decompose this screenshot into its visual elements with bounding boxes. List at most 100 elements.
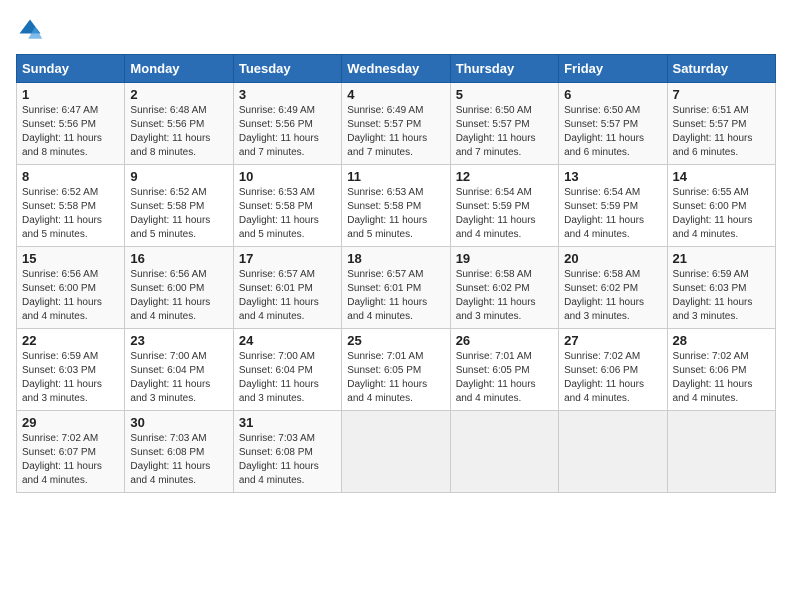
calendar-day-cell: 9 Sunrise: 6:52 AM Sunset: 5:58 PM Dayli… xyxy=(125,165,233,247)
calendar-day-cell xyxy=(450,411,558,493)
weekday-header: Friday xyxy=(559,55,667,83)
calendar-day-cell: 24 Sunrise: 7:00 AM Sunset: 6:04 PM Dayl… xyxy=(233,329,341,411)
daylight-label: Daylight: 11 hours and 3 minutes. xyxy=(456,297,536,322)
calendar-day-cell xyxy=(342,411,450,493)
sunrise-label: Sunrise: 6:49 AM xyxy=(347,105,423,116)
calendar-day-cell: 15 Sunrise: 6:56 AM Sunset: 6:00 PM Dayl… xyxy=(17,247,125,329)
day-number: 4 xyxy=(347,87,444,102)
day-number: 15 xyxy=(22,251,119,266)
logo xyxy=(16,16,48,44)
day-number: 26 xyxy=(456,333,553,348)
day-info: Sunrise: 6:49 AM Sunset: 5:57 PM Dayligh… xyxy=(347,104,444,160)
daylight-label: Daylight: 11 hours and 5 minutes. xyxy=(22,215,102,240)
day-number: 28 xyxy=(673,333,770,348)
sunrise-label: Sunrise: 7:02 AM xyxy=(673,351,749,362)
sunrise-label: Sunrise: 6:54 AM xyxy=(564,187,640,198)
day-info: Sunrise: 6:57 AM Sunset: 6:01 PM Dayligh… xyxy=(347,268,444,324)
day-info: Sunrise: 6:57 AM Sunset: 6:01 PM Dayligh… xyxy=(239,268,336,324)
weekday-header: Thursday xyxy=(450,55,558,83)
calendar-day-cell: 7 Sunrise: 6:51 AM Sunset: 5:57 PM Dayli… xyxy=(667,83,775,165)
sunrise-label: Sunrise: 6:59 AM xyxy=(673,269,749,280)
daylight-label: Daylight: 11 hours and 4 minutes. xyxy=(22,461,102,486)
sunrise-label: Sunrise: 7:00 AM xyxy=(239,351,315,362)
calendar-day-cell: 2 Sunrise: 6:48 AM Sunset: 5:56 PM Dayli… xyxy=(125,83,233,165)
day-info: Sunrise: 7:00 AM Sunset: 6:04 PM Dayligh… xyxy=(239,350,336,406)
day-info: Sunrise: 7:01 AM Sunset: 6:05 PM Dayligh… xyxy=(456,350,553,406)
calendar-day-cell: 3 Sunrise: 6:49 AM Sunset: 5:56 PM Dayli… xyxy=(233,83,341,165)
day-info: Sunrise: 6:49 AM Sunset: 5:56 PM Dayligh… xyxy=(239,104,336,160)
day-info: Sunrise: 6:56 AM Sunset: 6:00 PM Dayligh… xyxy=(130,268,227,324)
daylight-label: Daylight: 11 hours and 8 minutes. xyxy=(130,133,210,158)
calendar-day-cell: 13 Sunrise: 6:54 AM Sunset: 5:59 PM Dayl… xyxy=(559,165,667,247)
daylight-label: Daylight: 11 hours and 4 minutes. xyxy=(239,461,319,486)
day-number: 19 xyxy=(456,251,553,266)
daylight-label: Daylight: 11 hours and 7 minutes. xyxy=(347,133,427,158)
calendar-day-cell: 12 Sunrise: 6:54 AM Sunset: 5:59 PM Dayl… xyxy=(450,165,558,247)
sunset-label: Sunset: 6:03 PM xyxy=(673,283,747,294)
sunrise-label: Sunrise: 6:57 AM xyxy=(239,269,315,280)
sunset-label: Sunset: 6:08 PM xyxy=(239,447,313,458)
sunrise-label: Sunrise: 6:47 AM xyxy=(22,105,98,116)
daylight-label: Daylight: 11 hours and 3 minutes. xyxy=(564,297,644,322)
day-number: 11 xyxy=(347,169,444,184)
calendar-week-row: 1 Sunrise: 6:47 AM Sunset: 5:56 PM Dayli… xyxy=(17,83,776,165)
calendar-day-cell: 11 Sunrise: 6:53 AM Sunset: 5:58 PM Dayl… xyxy=(342,165,450,247)
sunset-label: Sunset: 6:01 PM xyxy=(347,283,421,294)
day-info: Sunrise: 7:02 AM Sunset: 6:06 PM Dayligh… xyxy=(564,350,661,406)
sunrise-label: Sunrise: 6:56 AM xyxy=(22,269,98,280)
calendar-day-cell: 18 Sunrise: 6:57 AM Sunset: 6:01 PM Dayl… xyxy=(342,247,450,329)
daylight-label: Daylight: 11 hours and 4 minutes. xyxy=(673,379,753,404)
daylight-label: Daylight: 11 hours and 5 minutes. xyxy=(347,215,427,240)
sunrise-label: Sunrise: 7:01 AM xyxy=(456,351,532,362)
calendar-table: SundayMondayTuesdayWednesdayThursdayFrid… xyxy=(16,54,776,493)
weekday-header: Monday xyxy=(125,55,233,83)
sunrise-label: Sunrise: 7:02 AM xyxy=(22,433,98,444)
sunrise-label: Sunrise: 7:03 AM xyxy=(130,433,206,444)
daylight-label: Daylight: 11 hours and 4 minutes. xyxy=(564,379,644,404)
calendar-day-cell: 10 Sunrise: 6:53 AM Sunset: 5:58 PM Dayl… xyxy=(233,165,341,247)
calendar-day-cell: 1 Sunrise: 6:47 AM Sunset: 5:56 PM Dayli… xyxy=(17,83,125,165)
day-number: 24 xyxy=(239,333,336,348)
sunset-label: Sunset: 5:57 PM xyxy=(456,119,530,130)
day-info: Sunrise: 6:50 AM Sunset: 5:57 PM Dayligh… xyxy=(564,104,661,160)
sunset-label: Sunset: 6:04 PM xyxy=(130,365,204,376)
day-number: 1 xyxy=(22,87,119,102)
daylight-label: Daylight: 11 hours and 4 minutes. xyxy=(564,215,644,240)
sunset-label: Sunset: 5:56 PM xyxy=(22,119,96,130)
day-info: Sunrise: 6:54 AM Sunset: 5:59 PM Dayligh… xyxy=(456,186,553,242)
day-number: 10 xyxy=(239,169,336,184)
daylight-label: Daylight: 11 hours and 6 minutes. xyxy=(564,133,644,158)
calendar-day-cell: 16 Sunrise: 6:56 AM Sunset: 6:00 PM Dayl… xyxy=(125,247,233,329)
day-info: Sunrise: 6:59 AM Sunset: 6:03 PM Dayligh… xyxy=(22,350,119,406)
sunrise-label: Sunrise: 6:48 AM xyxy=(130,105,206,116)
calendar-week-row: 22 Sunrise: 6:59 AM Sunset: 6:03 PM Dayl… xyxy=(17,329,776,411)
sunrise-label: Sunrise: 7:02 AM xyxy=(564,351,640,362)
calendar-day-cell xyxy=(559,411,667,493)
sunrise-label: Sunrise: 6:51 AM xyxy=(673,105,749,116)
sunrise-label: Sunrise: 6:54 AM xyxy=(456,187,532,198)
sunset-label: Sunset: 6:05 PM xyxy=(456,365,530,376)
day-number: 21 xyxy=(673,251,770,266)
calendar-day-cell: 14 Sunrise: 6:55 AM Sunset: 6:00 PM Dayl… xyxy=(667,165,775,247)
calendar-day-cell: 17 Sunrise: 6:57 AM Sunset: 6:01 PM Dayl… xyxy=(233,247,341,329)
calendar-day-cell: 22 Sunrise: 6:59 AM Sunset: 6:03 PM Dayl… xyxy=(17,329,125,411)
calendar-day-cell: 31 Sunrise: 7:03 AM Sunset: 6:08 PM Dayl… xyxy=(233,411,341,493)
sunset-label: Sunset: 5:57 PM xyxy=(347,119,421,130)
day-number: 5 xyxy=(456,87,553,102)
day-number: 22 xyxy=(22,333,119,348)
calendar-day-cell: 4 Sunrise: 6:49 AM Sunset: 5:57 PM Dayli… xyxy=(342,83,450,165)
daylight-label: Daylight: 11 hours and 3 minutes. xyxy=(239,379,319,404)
sunset-label: Sunset: 5:58 PM xyxy=(347,201,421,212)
day-number: 9 xyxy=(130,169,227,184)
sunset-label: Sunset: 6:02 PM xyxy=(564,283,638,294)
sunset-label: Sunset: 6:00 PM xyxy=(22,283,96,294)
daylight-label: Daylight: 11 hours and 3 minutes. xyxy=(22,379,102,404)
day-number: 17 xyxy=(239,251,336,266)
calendar-day-cell: 28 Sunrise: 7:02 AM Sunset: 6:06 PM Dayl… xyxy=(667,329,775,411)
sunset-label: Sunset: 6:06 PM xyxy=(564,365,638,376)
day-info: Sunrise: 7:00 AM Sunset: 6:04 PM Dayligh… xyxy=(130,350,227,406)
sunrise-label: Sunrise: 6:56 AM xyxy=(130,269,206,280)
day-info: Sunrise: 6:53 AM Sunset: 5:58 PM Dayligh… xyxy=(347,186,444,242)
sunrise-label: Sunrise: 6:59 AM xyxy=(22,351,98,362)
sunset-label: Sunset: 6:00 PM xyxy=(130,283,204,294)
